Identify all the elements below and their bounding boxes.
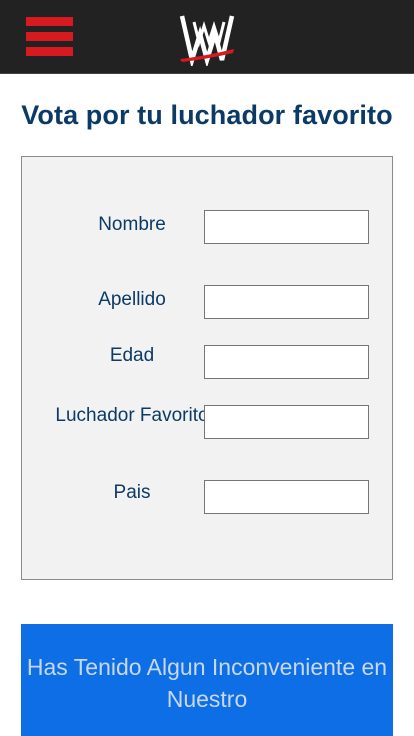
form-row-apellido: Apellido [22,285,392,319]
form-row-nombre: Nombre [22,210,392,244]
nombre-input[interactable] [204,210,369,244]
wwe-logo[interactable] [178,12,236,66]
form-row-edad: Edad [22,345,392,379]
form-row-luchador-favorito: Luchador Favorito [22,405,392,439]
menu-bar-middle [26,32,73,41]
apellido-input[interactable] [204,285,369,319]
page-title: Vota por tu luchador favorito [21,100,393,130]
menu-bar-top [26,17,73,26]
help-banner[interactable]: Has Tenido Algun Inconveniente en Nuestr… [21,624,393,736]
pais-input[interactable] [204,480,369,514]
edad-input[interactable] [204,345,369,379]
vote-form: Nombre Apellido Edad Luchador Favorito P… [21,156,393,580]
hamburger-menu-icon[interactable] [26,17,74,59]
top-navbar [0,0,414,74]
luchador-favorito-input[interactable] [204,405,369,439]
menu-bar-bottom [26,47,73,56]
form-row-pais: Pais [22,480,392,514]
